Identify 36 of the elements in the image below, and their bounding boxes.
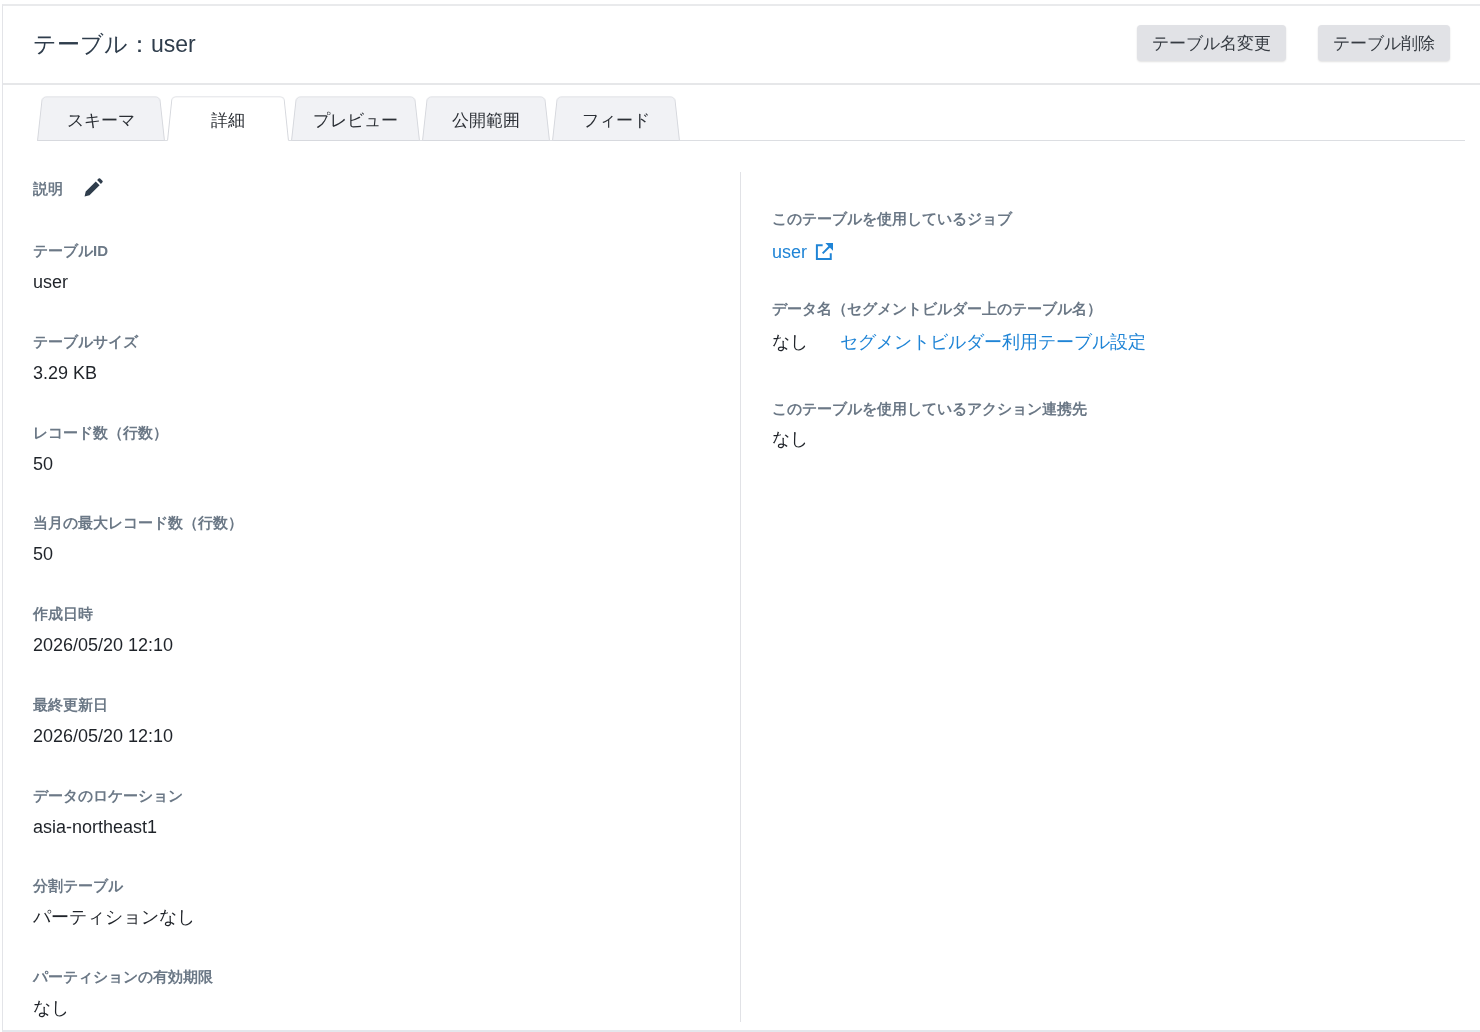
field-label: 作成日時: [33, 604, 93, 624]
field-label: 当月の最大レコード数（行数）: [33, 513, 243, 534]
external-link-icon[interactable]: [815, 243, 833, 261]
field-label: データ名（セグメントビルダー上のテーブル名）: [772, 299, 1102, 319]
field-label: このテーブルを使用しているアクション連携先: [772, 399, 1087, 419]
field-value: パーティションなし: [33, 906, 195, 929]
tab[interactable]: スキーマ: [37, 97, 165, 141]
field-label: テーブルサイズ: [33, 331, 138, 352]
field-value: 50: [33, 543, 54, 566]
action-button[interactable]: テーブル削除: [1318, 25, 1450, 61]
field-label: テーブルID: [33, 241, 108, 261]
field-label: 説明: [33, 179, 63, 199]
tab[interactable]: 詳細: [167, 97, 289, 141]
field-value: 2026/05/20 12:10: [33, 634, 174, 656]
field-label: このテーブルを使用しているジョブ: [772, 209, 1012, 229]
field-label: 分割テーブル: [33, 876, 123, 897]
field-value: なし: [772, 428, 808, 451]
field-value: なし: [772, 331, 808, 354]
tab[interactable]: フィード: [552, 97, 680, 141]
job-link[interactable]: user: [772, 240, 807, 264]
field-value: user: [33, 271, 68, 293]
pencil-icon[interactable]: [84, 177, 103, 197]
tab[interactable]: 公開範囲: [422, 97, 550, 141]
page-title: テーブル：user: [33, 30, 196, 59]
action-button[interactable]: テーブル名変更: [1137, 25, 1286, 61]
field-label: データのロケーション: [33, 785, 183, 806]
field-label: パーティションの有効期限: [33, 967, 213, 987]
field-value: 2026/05/20 12:10: [33, 724, 174, 747]
field-value: 3.29 KB: [33, 361, 98, 384]
field-value: asia-northeast1: [33, 815, 158, 838]
field-label: 最終更新日: [33, 694, 108, 715]
settings-link[interactable]: セグメントビルダー利用テーブル設定: [840, 330, 1146, 354]
field-value: なし: [33, 997, 69, 1019]
field-label: レコード数（行数）: [33, 422, 168, 443]
tab[interactable]: プレビュー: [291, 97, 420, 141]
field-value: 50: [33, 452, 54, 475]
